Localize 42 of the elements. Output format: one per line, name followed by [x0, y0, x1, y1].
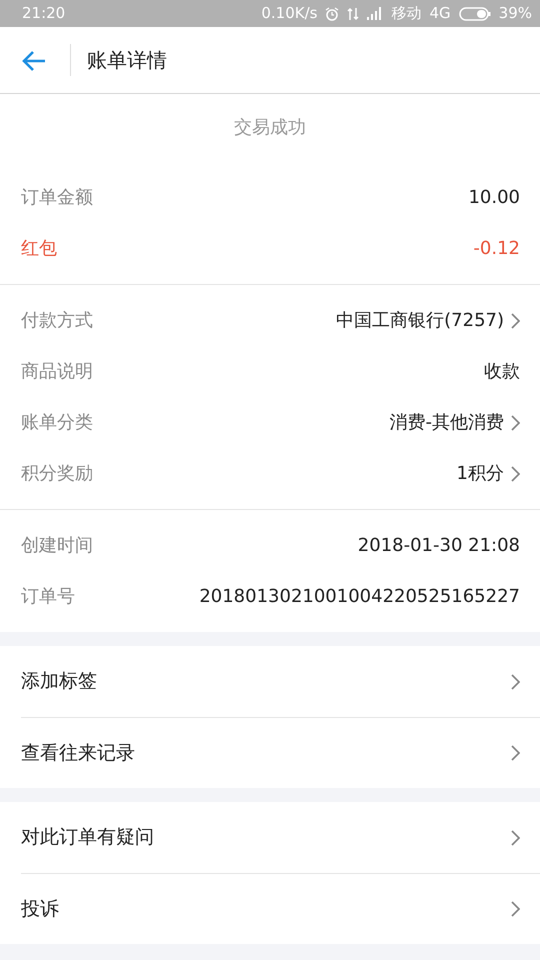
- field-value: 收款: [484, 360, 520, 384]
- clock-time: 21:20: [22, 3, 66, 24]
- field-label: 创建时间: [21, 534, 93, 558]
- battery-percent: 39%: [498, 3, 532, 24]
- detail-link-row[interactable]: 积分奖励 1积分: [0, 448, 540, 499]
- menu-item[interactable]: 投诉: [21, 873, 540, 944]
- data-transfer-icon: [347, 6, 360, 20]
- field-value: -0.12: [473, 237, 520, 261]
- field-value: 消费-其他消费: [390, 411, 504, 435]
- carrier-name: 移动: [391, 3, 422, 24]
- field-label: 积分奖励: [21, 462, 93, 486]
- field-value: 1积分: [456, 462, 504, 486]
- field-label: 红包: [21, 237, 57, 261]
- field-label: 账单分类: [21, 411, 93, 435]
- field-value: 中国工商银行(7257): [336, 309, 504, 333]
- page-title: 账单详情: [87, 47, 167, 74]
- detail-link-row[interactable]: 付款方式 中国工商银行(7257): [0, 295, 540, 346]
- transaction-status: 交易成功: [234, 117, 306, 138]
- battery-icon: [458, 6, 491, 20]
- field-label: 付款方式: [21, 309, 93, 333]
- back-arrow-icon: [22, 50, 46, 72]
- chevron-icon: [510, 830, 520, 846]
- alarm-icon: [325, 6, 340, 20]
- chevron-icon: [510, 745, 520, 761]
- field-value: 10.00: [468, 186, 520, 210]
- network-type: 4G: [429, 3, 451, 24]
- chevron-icon: [510, 901, 520, 917]
- menu-item[interactable]: 查看往来记录: [21, 717, 540, 788]
- field-label: 商品说明: [21, 360, 93, 384]
- detail-link-row[interactable]: 账单分类 消费-其他消费: [0, 397, 540, 448]
- chevron-icon: [510, 414, 520, 430]
- chevron-icon: [510, 466, 520, 482]
- field-label: 订单号: [21, 585, 75, 609]
- chevron-icon: [510, 674, 520, 690]
- signal-icon: [367, 7, 384, 20]
- field-label: 订单金额: [21, 186, 93, 210]
- chevron-icon: [510, 312, 520, 328]
- menu-item[interactable]: 对此订单有疑问: [0, 802, 540, 873]
- field-value: 2018013021001004220525165227: [199, 585, 520, 609]
- network-speed: 0.10K/s: [261, 3, 318, 24]
- field-value: 2018-01-30 21:08: [358, 534, 520, 558]
- menu-item[interactable]: 添加标签: [0, 646, 540, 717]
